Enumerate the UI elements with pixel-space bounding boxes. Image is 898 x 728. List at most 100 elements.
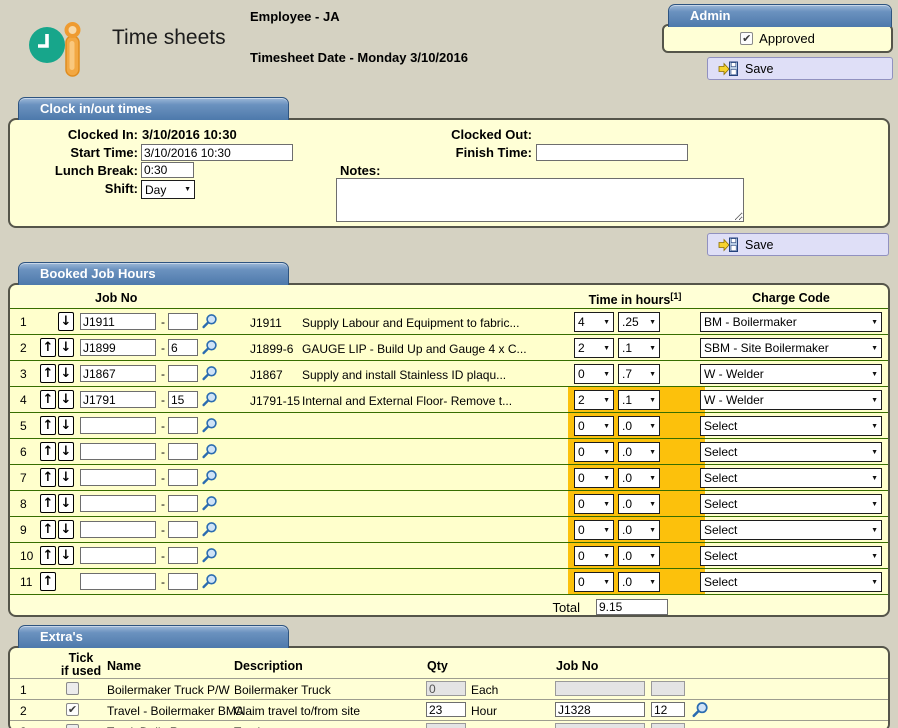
search-icon[interactable] <box>201 443 218 463</box>
hours-select[interactable]: 0▼ <box>574 416 614 436</box>
move-down-button[interactable]: ↓ <box>58 364 74 383</box>
fraction-select[interactable]: .0▼ <box>618 546 660 566</box>
move-down-button[interactable]: ↓ <box>58 416 74 435</box>
finish-time-input[interactable] <box>536 144 688 161</box>
job-sub-input[interactable] <box>168 443 198 460</box>
hours-select[interactable]: 0▼ <box>574 546 614 566</box>
total-input[interactable] <box>596 599 668 615</box>
qty-input[interactable] <box>426 702 466 717</box>
job-no-input[interactable] <box>80 443 156 460</box>
move-up-button[interactable]: ↑ <box>40 520 56 539</box>
move-down-button[interactable]: ↓ <box>58 546 74 565</box>
fraction-select[interactable]: .0▼ <box>618 468 660 488</box>
shift-select[interactable]: Day ▼ <box>141 180 195 199</box>
fraction-select[interactable]: .0▼ <box>618 442 660 462</box>
fraction-select[interactable]: .7▼ <box>618 364 660 384</box>
hours-select[interactable]: 0▼ <box>574 468 614 488</box>
job-no-input[interactable] <box>80 495 156 512</box>
search-icon[interactable] <box>201 495 218 515</box>
fraction-select[interactable]: .1▼ <box>618 338 660 358</box>
move-up-button[interactable]: ↑ <box>40 572 56 591</box>
move-down-button[interactable]: ↓ <box>58 520 74 539</box>
approved-checkbox[interactable]: ✔ <box>740 32 753 45</box>
hours-select[interactable]: 2▼ <box>574 390 614 410</box>
charge-code-select[interactable]: Select▼ <box>700 572 882 592</box>
start-time-input[interactable] <box>141 144 293 161</box>
move-up-button[interactable]: ↑ <box>40 442 56 461</box>
tick-if-used-checkbox[interactable]: ✔ <box>66 724 79 728</box>
hours-select[interactable]: 0▼ <box>574 572 614 592</box>
charge-code-select[interactable]: Select▼ <box>700 442 882 462</box>
hours-select[interactable]: 4▼ <box>574 312 614 332</box>
job-no-input[interactable] <box>555 702 645 717</box>
charge-code-select[interactable]: Select▼ <box>700 546 882 566</box>
job-sub-input[interactable] <box>168 391 198 408</box>
job-sub-input[interactable] <box>168 495 198 512</box>
job-no-input[interactable] <box>80 547 156 564</box>
search-icon[interactable] <box>201 547 218 567</box>
tick-if-used-checkbox[interactable]: ✔ <box>66 703 79 716</box>
job-sub-input[interactable] <box>168 365 198 382</box>
job-no-input[interactable] <box>80 521 156 538</box>
job-sub-input[interactable] <box>168 339 198 356</box>
job-no-input[interactable] <box>80 417 156 434</box>
fraction-select[interactable]: .1▼ <box>618 390 660 410</box>
fraction-select[interactable]: .25▼ <box>618 312 660 332</box>
job-sub-input[interactable] <box>168 573 198 590</box>
search-icon[interactable] <box>201 339 218 359</box>
charge-code-select[interactable]: W - Welder▼ <box>700 364 882 384</box>
hours-select[interactable]: 0▼ <box>574 442 614 462</box>
charge-code-select[interactable]: BM - Boilermaker▼ <box>700 312 882 332</box>
job-sub-input[interactable] <box>168 313 198 330</box>
job-sub-input[interactable] <box>168 521 198 538</box>
job-sub-input[interactable] <box>168 547 198 564</box>
job-no-input[interactable] <box>80 469 156 486</box>
move-down-button[interactable]: ↓ <box>58 312 74 331</box>
move-up-button[interactable]: ↑ <box>40 546 56 565</box>
charge-code-select[interactable]: W - Welder▼ <box>700 390 882 410</box>
search-icon[interactable] <box>201 391 218 411</box>
fraction-select[interactable]: .0▼ <box>618 572 660 592</box>
move-down-button[interactable]: ↓ <box>58 338 74 357</box>
move-up-button[interactable]: ↑ <box>40 494 56 513</box>
search-icon[interactable] <box>691 701 709 722</box>
job-no-input[interactable] <box>80 313 156 330</box>
fraction-select[interactable]: .0▼ <box>618 416 660 436</box>
job-sub-input[interactable] <box>168 417 198 434</box>
search-icon[interactable] <box>201 417 218 437</box>
clock-save-button[interactable]: Save <box>707 233 889 256</box>
hours-select[interactable]: 2▼ <box>574 338 614 358</box>
notes-textarea[interactable] <box>336 178 744 222</box>
charge-code-select[interactable]: SBM - Site Boilermaker▼ <box>700 338 882 358</box>
job-no-input[interactable] <box>80 573 156 590</box>
move-down-button[interactable]: ↓ <box>58 390 74 409</box>
charge-code-select[interactable]: Select▼ <box>700 468 882 488</box>
charge-code-select[interactable]: Select▼ <box>700 520 882 540</box>
hours-select[interactable]: 0▼ <box>574 364 614 384</box>
hours-select[interactable]: 0▼ <box>574 494 614 514</box>
fraction-select[interactable]: .0▼ <box>618 520 660 540</box>
move-up-button[interactable]: ↑ <box>40 468 56 487</box>
job-no-input[interactable] <box>80 365 156 382</box>
search-icon[interactable] <box>201 469 218 489</box>
search-icon[interactable] <box>201 365 218 385</box>
tick-if-used-checkbox[interactable]: ✔ <box>66 682 79 695</box>
move-up-button[interactable]: ↑ <box>40 416 56 435</box>
charge-code-select[interactable]: Select▼ <box>700 494 882 514</box>
job-sub-input[interactable] <box>168 469 198 486</box>
job-no-input[interactable] <box>80 339 156 356</box>
search-icon[interactable] <box>201 573 218 593</box>
move-down-button[interactable]: ↓ <box>58 494 74 513</box>
move-up-button[interactable]: ↑ <box>40 364 56 383</box>
fraction-select[interactable]: .0▼ <box>618 494 660 514</box>
move-up-button[interactable]: ↑ <box>40 390 56 409</box>
move-down-button[interactable]: ↓ <box>58 442 74 461</box>
job-no-input[interactable] <box>80 391 156 408</box>
admin-save-button[interactable]: Save <box>707 57 893 80</box>
hours-select[interactable]: 0▼ <box>574 520 614 540</box>
lunch-break-input[interactable] <box>141 162 194 178</box>
move-up-button[interactable]: ↑ <box>40 338 56 357</box>
job-sub-input[interactable] <box>651 702 685 717</box>
move-down-button[interactable]: ↓ <box>58 468 74 487</box>
charge-code-select[interactable]: Select▼ <box>700 416 882 436</box>
